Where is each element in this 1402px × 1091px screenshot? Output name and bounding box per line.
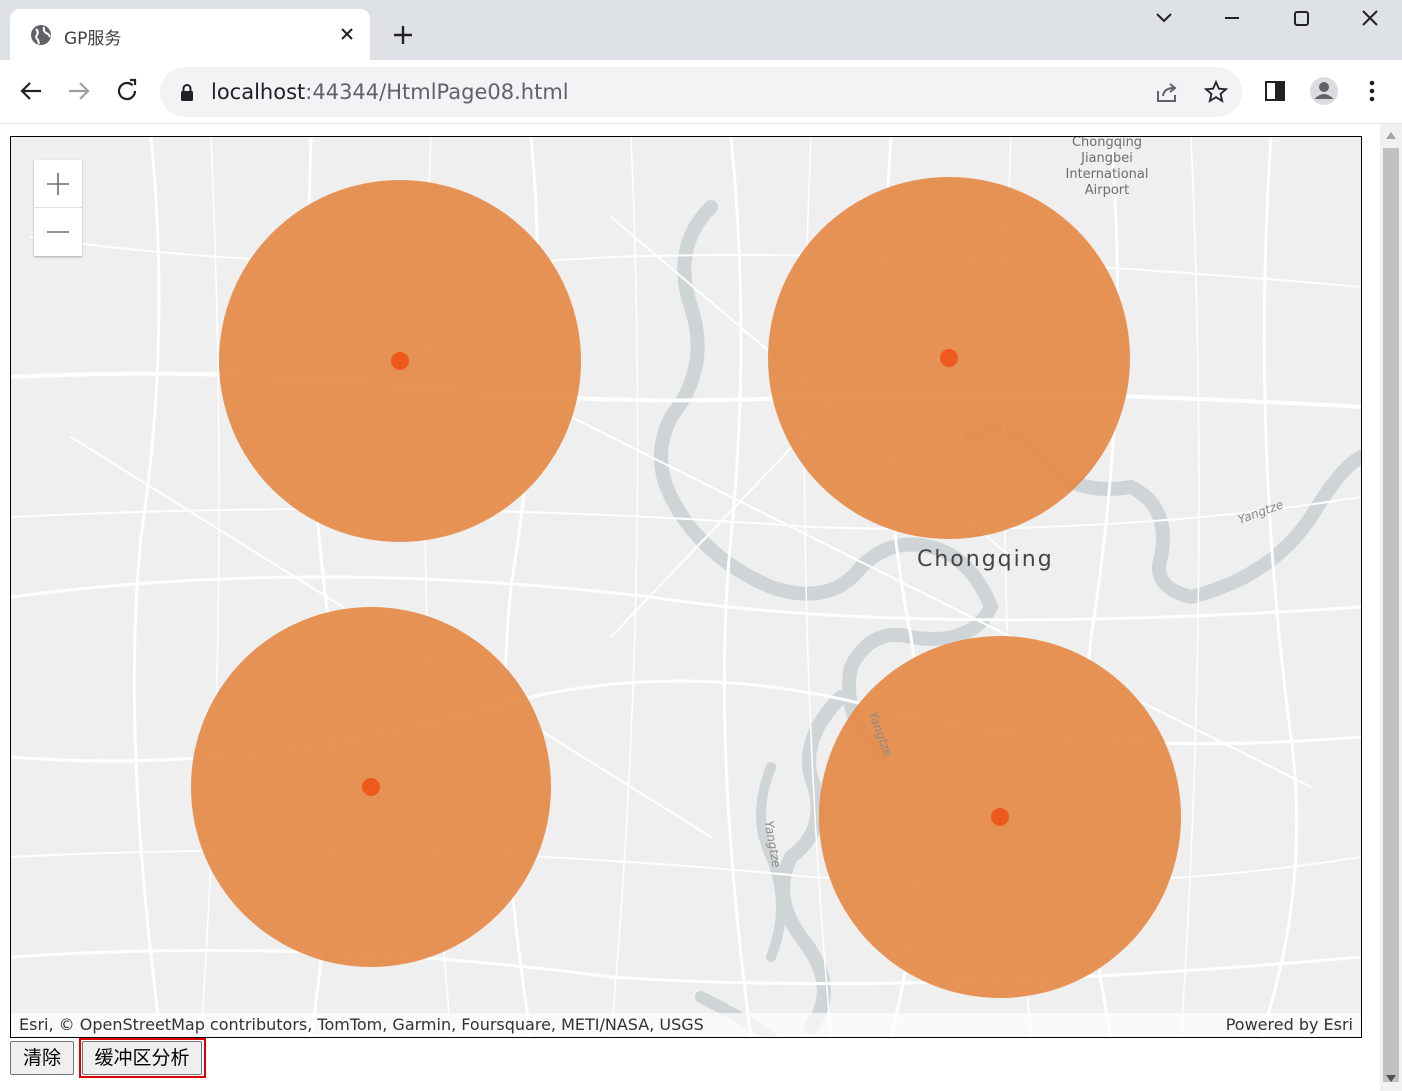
buffer-analysis-button[interactable]: 缓冲区分析	[82, 1041, 202, 1075]
bookmark-star-icon[interactable]	[1203, 79, 1229, 105]
browser-tab[interactable]: GP服务	[10, 9, 370, 60]
page-scrollbar[interactable]	[1380, 124, 1402, 1091]
zoom-out-button[interactable]	[34, 208, 82, 256]
url-path: :44344/HtmlPage08.html	[305, 80, 569, 104]
powered-by-esri[interactable]: Powered by Esri	[1226, 1015, 1353, 1034]
share-icon[interactable]	[1154, 79, 1180, 105]
map-attribution: Esri, © OpenStreetMap contributors, TomT…	[11, 1013, 1361, 1037]
buffer-southwest-point[interactable]	[362, 778, 380, 796]
url-text[interactable]: localhost:44344/HtmlPage08.html	[211, 80, 569, 104]
airport-label-line2: Jiangbei	[1081, 151, 1133, 166]
minus-icon	[47, 231, 69, 233]
attribution-text[interactable]: Esri, © OpenStreetMap contributors, TomT…	[19, 1015, 704, 1034]
buffer-northwest-point[interactable]	[391, 352, 409, 370]
buffer-northeast-point[interactable]	[940, 349, 958, 367]
airport-label: Chongqing Jiangbei International Airport	[1063, 136, 1151, 199]
menu-kebab-icon[interactable]	[1357, 76, 1387, 106]
close-window-icon[interactable]	[1356, 6, 1384, 32]
scroll-up-arrow-icon[interactable]	[1385, 130, 1397, 140]
airport-label-line1: Chongqing	[1071, 136, 1143, 150]
airport-label-line4: Airport	[1084, 183, 1130, 198]
city-label: Chongqing	[917, 547, 1054, 572]
close-tab-icon[interactable]	[336, 23, 358, 45]
reload-icon[interactable]	[112, 76, 142, 106]
scroll-thumb[interactable]	[1383, 148, 1399, 1082]
globe-icon	[31, 25, 51, 45]
minimize-icon[interactable]	[1218, 6, 1246, 32]
maximize-icon[interactable]	[1287, 6, 1315, 32]
new-tab-plus-icon[interactable]	[390, 22, 416, 48]
tab-title: GP服务	[64, 29, 122, 49]
back-arrow-icon[interactable]	[16, 76, 46, 106]
zoom-control	[34, 160, 82, 256]
tab-search-chevron-icon[interactable]	[1150, 6, 1178, 32]
profile-avatar-icon[interactable]	[1309, 76, 1339, 106]
side-panel-icon[interactable]	[1260, 76, 1290, 106]
plus-icon	[47, 173, 69, 195]
scroll-down-arrow-icon[interactable]	[1385, 1074, 1397, 1084]
forward-arrow-icon[interactable]	[64, 76, 94, 106]
zoom-in-button[interactable]	[34, 160, 82, 208]
title-bar: GP服务	[0, 0, 1402, 60]
url-host: localhost	[211, 80, 306, 104]
lock-icon[interactable]	[180, 83, 194, 101]
buffer-southeast-point[interactable]	[991, 808, 1009, 826]
address-bar[interactable]: localhost:44344/HtmlPage08.html	[160, 67, 1242, 117]
map-view[interactable]: Chongqing Jiangbei International Airport…	[10, 136, 1362, 1038]
clear-button[interactable]: 清除	[10, 1041, 74, 1075]
airport-label-line3: International	[1065, 167, 1149, 182]
browser-toolbar: localhost:44344/HtmlPage08.html	[0, 60, 1402, 124]
basemap[interactable]	[11, 137, 1361, 1037]
